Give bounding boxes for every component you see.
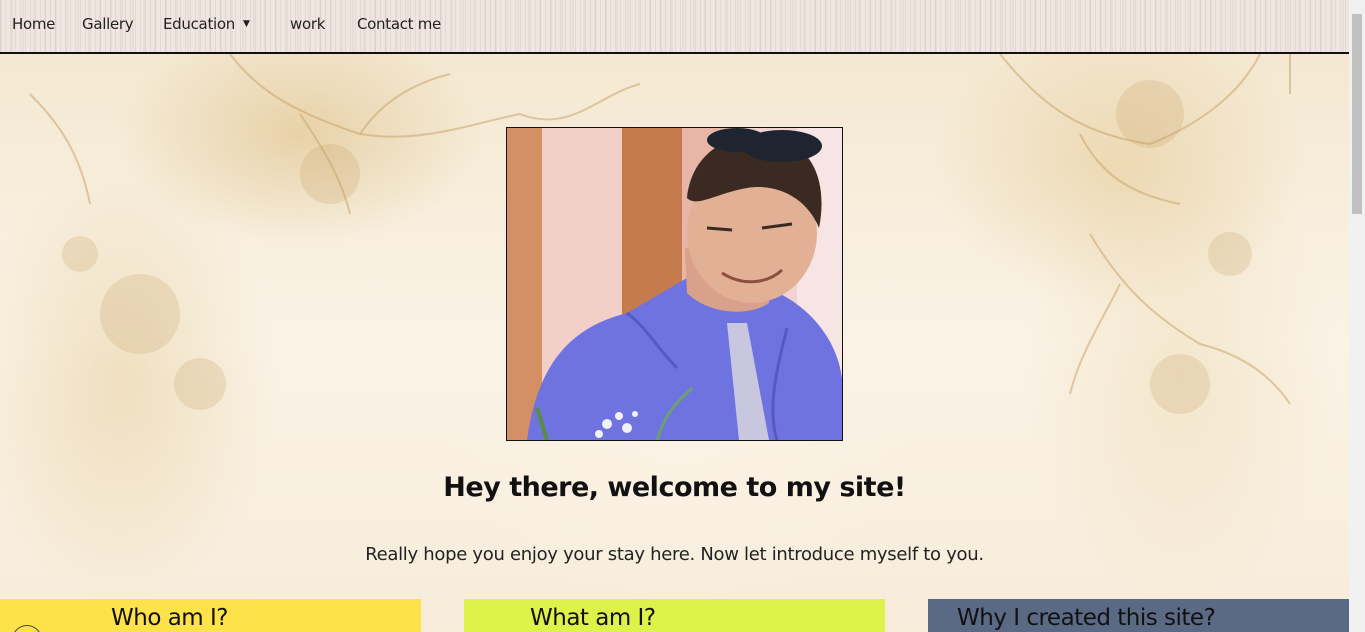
card-who-am-i-title: Who am I? xyxy=(111,605,229,631)
intro-text: Really hope you enjoy your stay here. No… xyxy=(365,544,984,565)
nav-gallery-link[interactable]: Gallery xyxy=(82,15,134,33)
triangle-down-icon: ▼ xyxy=(242,19,250,29)
nav-education-label: Education xyxy=(163,15,235,33)
nav-work-link[interactable]: work xyxy=(290,15,325,33)
scrollbar-thumb[interactable] xyxy=(1352,14,1362,214)
nav-contact-link[interactable]: Contact me xyxy=(357,15,441,33)
card-why-created-title: Why I created this site? xyxy=(957,605,1216,631)
circle-icon xyxy=(12,625,42,632)
welcome-heading: Hey there, welcome to my site! xyxy=(443,472,906,503)
card-what-am-i[interactable]: What am I? xyxy=(464,599,885,632)
card-what-am-i-title: What am I? xyxy=(530,605,656,631)
nav-education-dropdown[interactable]: Education ▼ xyxy=(163,15,250,33)
nav-home-link[interactable]: Home xyxy=(12,15,55,33)
card-why-created[interactable]: Why I created this site? xyxy=(928,599,1349,632)
top-nav: Home Gallery Education ▼ work Contact me xyxy=(0,0,1349,54)
vertical-scrollbar[interactable] xyxy=(1349,0,1365,632)
profile-photo xyxy=(506,127,843,441)
card-who-am-i[interactable]: Who am I? xyxy=(0,599,421,632)
